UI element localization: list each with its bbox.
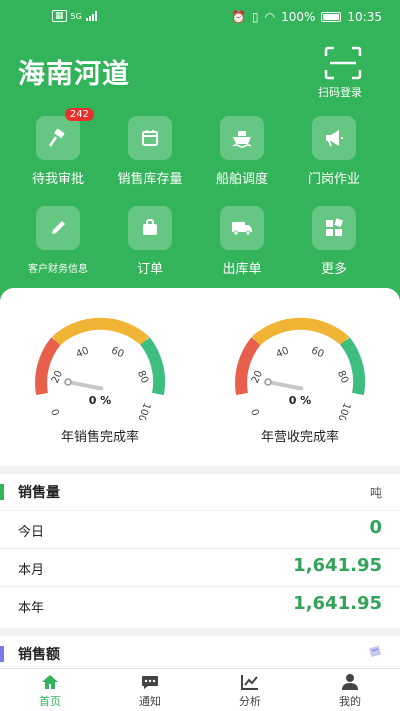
gauge-needle <box>266 380 304 391</box>
gauge-tick-label: 100 <box>135 401 152 420</box>
grid-item-gate-operation[interactable]: 门岗作业 <box>288 116 380 187</box>
grid-label: 订单 <box>136 262 163 277</box>
gauge-arc-green <box>140 337 166 396</box>
ship-icon <box>232 131 252 148</box>
bottom-tab-bar: 首页 通知 分析 我的 <box>0 668 400 711</box>
row-label: 本月 <box>18 563 45 578</box>
gauge-arc-yellow <box>251 317 350 346</box>
tab-label: 通知 <box>139 695 161 708</box>
clock: 10:35 <box>347 10 382 24</box>
scan-login-button[interactable]: 扫码登录 <box>318 84 362 100</box>
gauge-tick-label: 80 <box>135 369 150 385</box>
grid-item-inventory[interactable]: 销售库存量 <box>104 116 196 187</box>
header: ▦ 5G ⏰ ▯ ◠ 100% 10:35 海南河道 扫码登录 242 待我审批 <box>0 0 400 300</box>
tab-analysis[interactable]: 分析 <box>210 673 290 709</box>
row-value: 0 <box>369 517 382 538</box>
gauge-tick-label: 20 <box>50 369 65 385</box>
table-row: 本年 1,641.95 <box>0 586 400 624</box>
sales-amount-title: 销售额 <box>18 647 60 663</box>
calendar-icon <box>142 130 158 146</box>
gauge-arc-red <box>235 337 261 396</box>
revenue-completion-label: 年营收完成率 <box>260 430 339 445</box>
sales-completion-label: 年销售完成率 <box>60 430 139 445</box>
grid-label: 销售库存量 <box>117 172 183 187</box>
grid-label: 更多 <box>320 262 347 277</box>
more-icon <box>326 218 344 236</box>
megaphone-icon <box>326 130 343 147</box>
gauge-value-text: 0 % <box>289 394 312 407</box>
gauge-tick-label: 80 <box>335 369 350 385</box>
tab-home[interactable]: 首页 <box>10 673 90 709</box>
grid-item-outbound[interactable]: 出库单 <box>196 206 288 277</box>
attachment-icon[interactable] <box>368 644 382 658</box>
network-type: 5G <box>70 11 82 21</box>
page-title: 海南河道 <box>18 59 130 90</box>
row-value: 1,641.95 <box>293 555 382 576</box>
chat-icon <box>142 676 158 689</box>
section-accent-bar <box>0 484 4 500</box>
vibrate-icon: ▯ <box>252 10 259 24</box>
gauge-tick-label: 60 <box>309 345 325 360</box>
row-value: 1,641.95 <box>293 593 382 614</box>
gauge-tick-label: 0 <box>250 407 263 417</box>
tab-label: 分析 <box>239 695 261 708</box>
revenue-completion-gauge: 0 20 40 60 80 100 0 % <box>235 317 366 420</box>
gauge-needle <box>66 380 104 391</box>
row-label: 今日 <box>18 525 45 540</box>
gauge-pivot <box>264 378 272 386</box>
tab-profile[interactable]: 我的 <box>310 673 390 709</box>
grid-item-ship-dispatch[interactable]: 船舶调度 <box>196 116 288 187</box>
battery-icon <box>321 12 342 22</box>
gauge-tick-label: 60 <box>109 345 125 360</box>
gauge-arc-red <box>35 337 61 396</box>
gauge-tick-label: 40 <box>75 345 91 360</box>
row-label: 本年 <box>18 601 45 616</box>
signal-icon: ▦ <box>52 10 67 22</box>
grid-item-orders[interactable]: 订单 <box>104 206 196 277</box>
tab-label: 首页 <box>39 695 61 708</box>
scan-icon[interactable] <box>324 46 362 80</box>
status-bar: ▦ 5G ⏰ ▯ ◠ 100% 10:35 <box>0 8 400 28</box>
bag-icon <box>143 218 157 235</box>
grid-label: 待我审批 <box>31 172 84 187</box>
battery-percent: 100% <box>281 10 316 24</box>
cellular-signal-icon <box>85 11 97 21</box>
alarm-icon: ⏰ <box>231 10 246 24</box>
sales-volume-unit: 吨 <box>369 486 382 500</box>
wifi-icon: ◠ <box>264 10 276 24</box>
sales-completion-gauge: 0 20 40 60 80 100 0 % <box>35 317 166 420</box>
gauge-value-text: 0 % <box>89 394 112 407</box>
grid-item-approval[interactable]: 242 待我审批 <box>12 108 104 187</box>
gauge-tick-label: 20 <box>250 369 265 385</box>
table-row: 今日 0 <box>0 510 400 548</box>
sales-volume-card: 销售量 吨 今日 0 本月 1,641.95 本年 1,641.95 <box>0 474 400 628</box>
chart-icon <box>241 675 258 690</box>
gauge-arc-green <box>340 337 366 396</box>
grid-label: 出库单 <box>222 262 262 277</box>
tab-label: 我的 <box>339 695 361 708</box>
gauge-pivot <box>64 378 72 386</box>
gauge-tick-label: 40 <box>275 345 291 360</box>
approval-count-badge: 242 <box>64 108 94 121</box>
grid-item-more[interactable]: 更多 <box>288 206 380 277</box>
sales-volume-title: 销售量 <box>18 485 60 501</box>
grid-label: 门岗作业 <box>307 172 360 187</box>
section-accent-bar <box>0 646 4 662</box>
grid-label: 客户财务信息 <box>28 264 88 275</box>
sales-amount-card: 销售额 <box>0 636 400 670</box>
home-icon <box>42 675 58 689</box>
tab-notifications[interactable]: 通知 <box>110 673 190 709</box>
gauge-tick-label: 0 <box>50 407 63 417</box>
gavel-icon <box>48 128 65 147</box>
user-icon <box>342 674 358 690</box>
gauge-tick-label: 100 <box>335 401 352 420</box>
table-row: 本月 1,641.95 <box>0 548 400 586</box>
truck-icon <box>232 222 252 236</box>
grid-label: 船舶调度 <box>215 172 268 187</box>
completion-gauges-card: 0 20 40 60 80 100 0 % 年销售完成率 0 20 40 60 80 100 0 %… <box>0 288 400 466</box>
pencil-icon <box>52 221 65 234</box>
grid-item-customer-finance[interactable]: 客户财务信息 <box>12 206 104 275</box>
gauge-arc-yellow <box>51 317 150 346</box>
